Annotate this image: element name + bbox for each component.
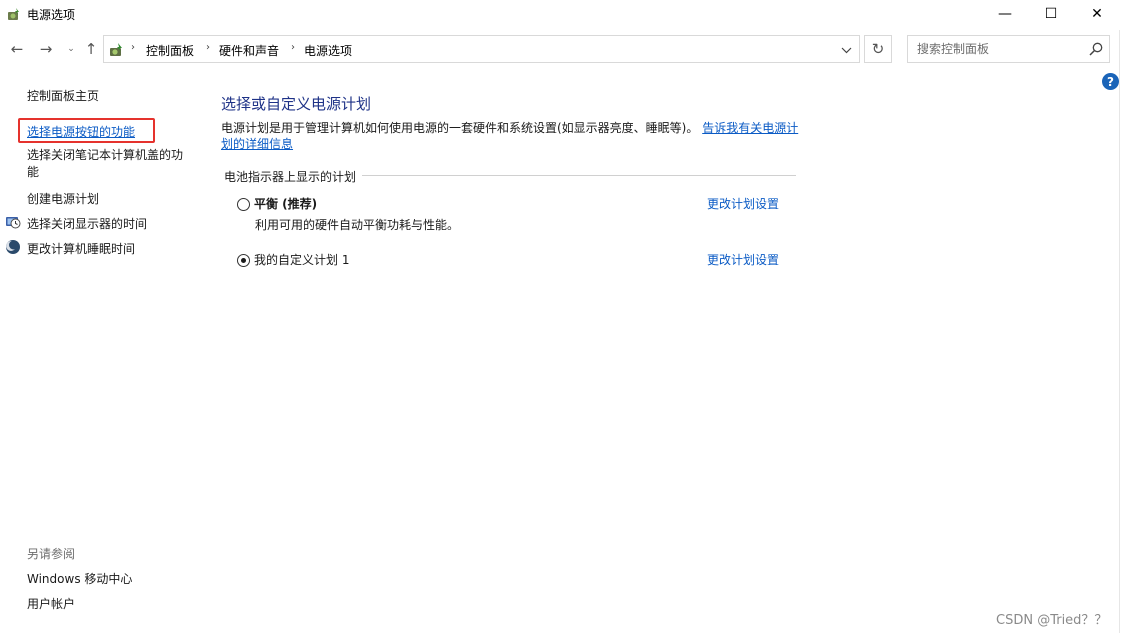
power-options-icon <box>8 8 19 20</box>
page-title: 选择或自定义电源计划 <box>221 95 372 113</box>
chevron-down-icon: ⌄ <box>67 44 75 54</box>
breadcrumb-separator[interactable]: › <box>291 42 295 53</box>
navigation-bar: ← → ⌄ ↑ › 控制面板 › 硬件和声音 › 电源选项 ↻ <box>0 32 1125 66</box>
recent-locations-button[interactable]: ⌄ <box>62 40 80 58</box>
monitor-clock-icon <box>6 217 21 229</box>
plan-name-custom[interactable]: 我的自定义计划 1 <box>254 251 349 268</box>
plan-radio-custom[interactable] <box>237 254 250 267</box>
change-plan-settings-link[interactable]: 更改计划设置 <box>707 251 779 268</box>
arrow-right-icon: → <box>39 40 53 58</box>
maximize-button[interactable]: ☐ <box>1028 0 1074 28</box>
sidebar-item-create-plan[interactable]: 创建电源计划 <box>27 190 99 207</box>
arrow-left-icon: ← <box>10 40 24 58</box>
see-also-heading: 另请参阅 <box>27 547 76 561</box>
watermark: CSDN @Tried？？ <box>996 613 1108 628</box>
sidebar-item-sleep-time[interactable]: 更改计算机睡眠时间 <box>27 240 135 257</box>
refresh-icon: ↻ <box>871 40 885 58</box>
plan-radio-balanced[interactable] <box>237 198 250 211</box>
search-box[interactable] <box>907 35 1110 63</box>
description-text: 电源计划是用于管理计算机如何使用电源的一套硬件和系统设置(如显示器亮度、睡眠等)… <box>221 121 699 135</box>
control-panel-icon <box>110 43 122 56</box>
arrow-up-icon: ↑ <box>84 40 98 58</box>
sidebar-item-display-off[interactable]: 选择关闭显示器的时间 <box>27 215 147 232</box>
see-also-user-accounts[interactable]: 用户帐户 <box>27 595 75 612</box>
minimize-button[interactable]: — <box>982 0 1028 28</box>
address-dropdown-button[interactable] <box>837 41 855 59</box>
window-title: 电源选项 <box>27 8 76 22</box>
close-button[interactable]: ✕ <box>1074 0 1120 28</box>
search-icon <box>1089 42 1103 56</box>
address-bar[interactable]: › 控制面板 › 硬件和声音 › 电源选项 <box>103 35 860 63</box>
back-button[interactable]: ← <box>8 40 26 58</box>
refresh-button[interactable]: ↻ <box>864 35 892 63</box>
breadcrumb-separator: › <box>131 42 135 53</box>
forward-button[interactable]: → <box>37 40 55 58</box>
breadcrumb-power-options[interactable]: 电源选项 <box>304 42 352 59</box>
sidebar-item-power-button[interactable]: 选择电源按钮的功能 <box>27 123 135 140</box>
see-also-mobility-center[interactable]: Windows 移动中心 <box>27 570 132 587</box>
sidebar-item-lid-close[interactable]: 选择关闭笔记本计算机盖的功能 <box>27 147 192 181</box>
plan-name-balanced[interactable]: 平衡 (推荐) <box>254 195 317 212</box>
up-button[interactable]: ↑ <box>82 40 100 58</box>
minimize-icon: — <box>998 6 1012 22</box>
close-icon: ✕ <box>1091 6 1103 22</box>
breadcrumb-separator[interactable]: › <box>206 42 210 53</box>
page-description: 电源计划是用于管理计算机如何使用电源的一套硬件和系统设置(如显示器亮度、睡眠等)… <box>221 120 801 152</box>
search-input[interactable] <box>909 37 1079 61</box>
moon-icon <box>6 240 20 254</box>
section-label: 电池指示器上显示的计划 <box>224 168 363 185</box>
change-plan-settings-link[interactable]: 更改计划设置 <box>707 195 779 212</box>
breadcrumb-hardware-sound[interactable]: 硬件和声音 <box>219 42 279 59</box>
sidebar-item-home[interactable]: 控制面板主页 <box>27 87 99 104</box>
chevron-down-icon <box>841 47 851 53</box>
maximize-icon: ☐ <box>1044 6 1058 22</box>
window-edge <box>1119 30 1120 633</box>
plan-description-balanced: 利用可用的硬件自动平衡功耗与性能。 <box>255 218 460 232</box>
help-icon[interactable]: ? <box>1102 73 1119 90</box>
title-bar: 电源选项 — ☐ ✕ <box>0 0 1125 30</box>
breadcrumb-control-panel[interactable]: 控制面板 <box>146 42 194 59</box>
